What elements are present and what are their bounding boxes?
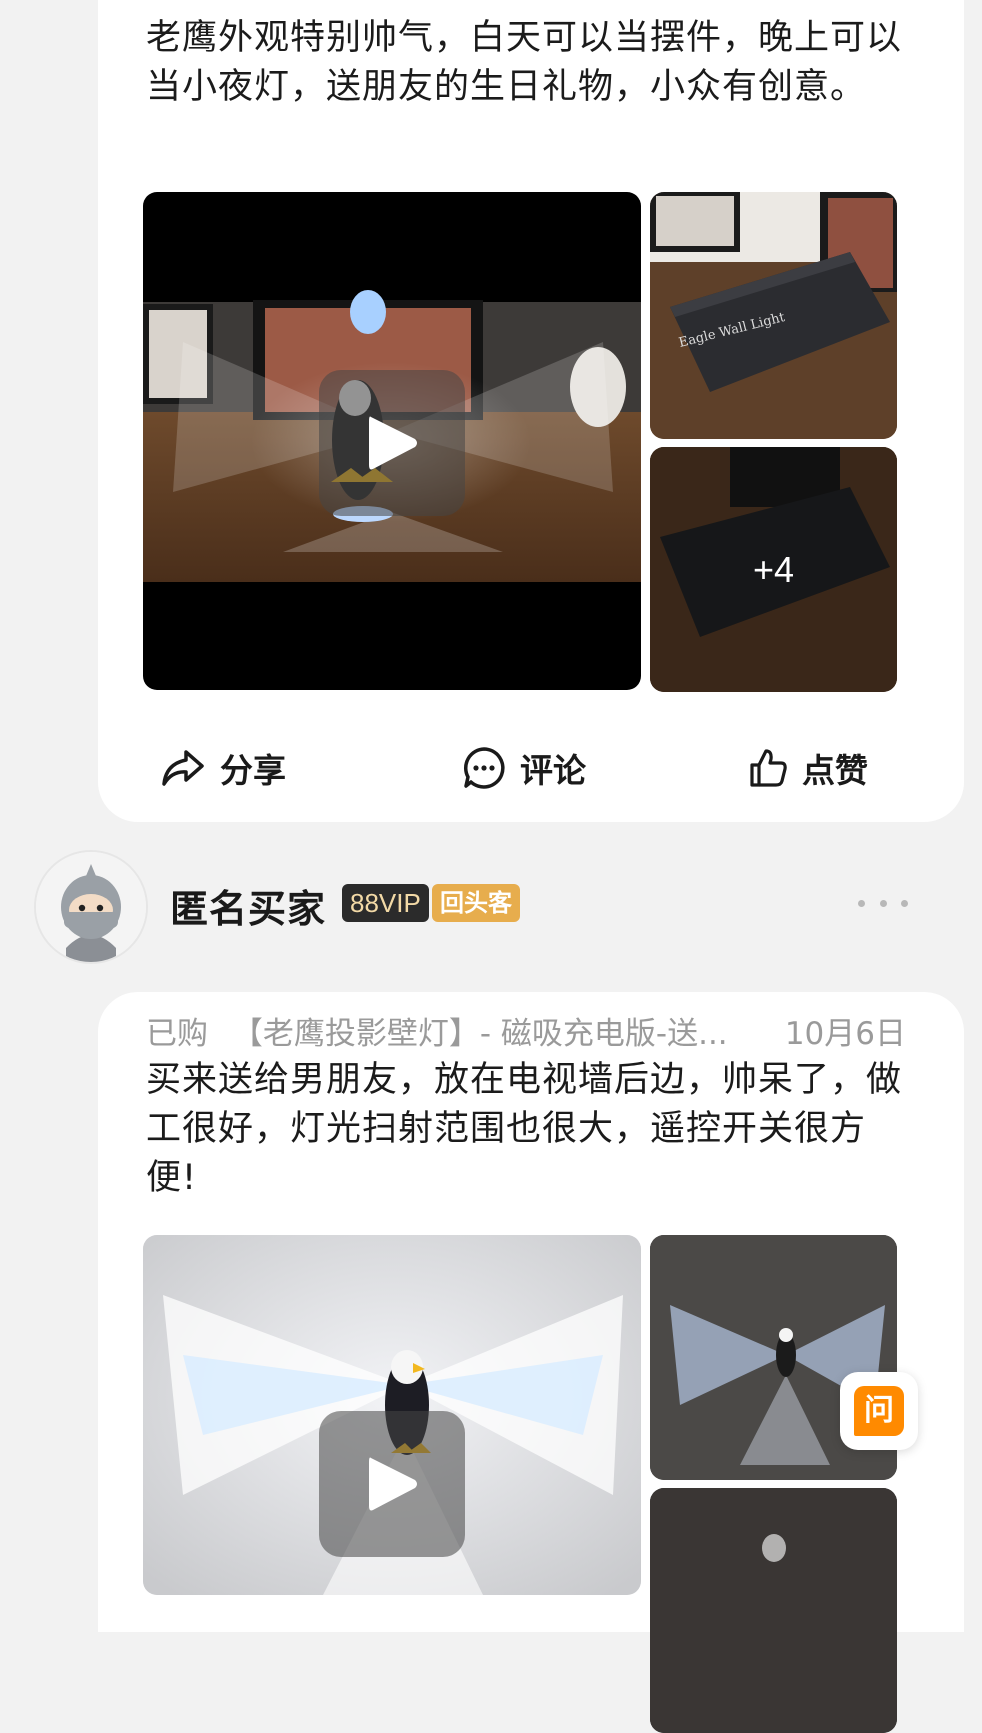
vip-badge: 88VIP bbox=[342, 884, 429, 922]
play-icon bbox=[369, 1457, 417, 1511]
anonymous-avatar-icon bbox=[36, 852, 146, 962]
username[interactable]: 匿名买家 bbox=[170, 878, 326, 933]
comment-label: 评论 bbox=[520, 751, 586, 790]
review-card-2: 已购 【老鹰投影壁灯】- 磁吸充电版-送... 10月6日 买来送给男朋友，放在… bbox=[98, 992, 964, 1733]
like-button[interactable]: 点赞 bbox=[748, 728, 868, 808]
ask-icon: 问 bbox=[854, 1386, 904, 1436]
play-icon bbox=[369, 416, 417, 470]
comment-button[interactable]: 评论 bbox=[462, 728, 586, 808]
thumbs-up-icon bbox=[750, 749, 787, 787]
purchased-label: 已购 bbox=[146, 1016, 208, 1052]
review-video[interactable] bbox=[143, 1235, 641, 1595]
review-date: 10月6日 bbox=[784, 1016, 906, 1052]
share-icon bbox=[162, 750, 204, 786]
play-button[interactable] bbox=[319, 370, 465, 516]
review-video[interactable] bbox=[143, 192, 641, 690]
review-text: 买来送给男朋友，放在电视墙后边，帅呆了，做工很好，灯光扫射范围也很大，遥控开关很… bbox=[146, 1060, 903, 1198]
returning-customer-badge: 回头客 bbox=[432, 884, 520, 922]
share-label: 分享 bbox=[220, 751, 286, 790]
review-photo-more[interactable]: +4 bbox=[650, 447, 897, 692]
product-variant[interactable]: 【老鹰投影壁灯】- 磁吸充电版-送... bbox=[232, 1016, 728, 1052]
purchase-info: 已购 【老鹰投影壁灯】- 磁吸充电版-送... 10月6日 bbox=[146, 1008, 906, 1052]
action-bar: 分享 评论 点赞 bbox=[98, 728, 964, 808]
comment-icon bbox=[464, 747, 505, 789]
ask-question-button[interactable]: 问 bbox=[840, 1372, 918, 1450]
share-button[interactable]: 分享 bbox=[160, 728, 286, 808]
review-photo-2[interactable] bbox=[650, 1488, 897, 1733]
like-label: 点赞 bbox=[802, 751, 868, 790]
photo-thumbnail bbox=[650, 1488, 897, 1733]
avatar[interactable] bbox=[34, 850, 148, 964]
photo-thumbnail: Eagle Wall Light bbox=[650, 192, 897, 439]
play-button[interactable] bbox=[319, 1411, 465, 1557]
review-card-1: 老鹰外观特别帅气，白天可以当摆件，晚上可以当小夜灯，送朋友的生日礼物，小众有创意… bbox=[98, 0, 964, 822]
more-photos-count: +4 bbox=[650, 447, 897, 692]
review-photo-1[interactable]: Eagle Wall Light bbox=[650, 192, 897, 439]
more-dots-icon[interactable] bbox=[858, 888, 908, 918]
review-text: 老鹰外观特别帅气，白天可以当摆件，晚上可以当小夜灯，送朋友的生日礼物，小众有创意… bbox=[146, 18, 903, 107]
review-author-row: 匿名买家 88VIP 回头客 bbox=[0, 850, 982, 970]
